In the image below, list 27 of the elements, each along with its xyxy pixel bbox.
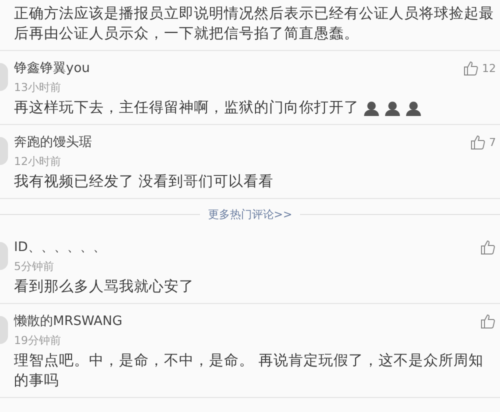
thumbs-up-icon (470, 134, 486, 150)
comment-text: 正确方法应该是播报员立即说明情况然后表示已经有公证人员将球捡起最后再由公证人员示众，一下就把信号掐了简直愚蠢。 (14, 4, 495, 44)
thumbs-up-icon (480, 313, 496, 329)
comment-text: 看到那么多人骂我就心安了 (14, 278, 194, 297)
timestamp: 13小时前 (14, 80, 62, 95)
thumbs-up-icon (480, 239, 496, 255)
like-button[interactable] (480, 313, 496, 329)
thumbs-up-icon (463, 60, 479, 76)
more-comments-link[interactable]: 更多热门评论>> (208, 207, 292, 222)
timestamp: 5分钟前 (14, 259, 55, 274)
avatar (0, 137, 8, 165)
person-icon (363, 100, 380, 116)
person-icon (384, 100, 401, 116)
person-icon (405, 100, 422, 116)
timestamp: 19分钟前 (14, 333, 62, 348)
avatar (0, 316, 8, 344)
username[interactable]: ID、、、、、、 (14, 238, 106, 256)
avatar (0, 63, 8, 91)
username[interactable]: 懒散的MRSWANG (14, 312, 122, 330)
like-button[interactable] (480, 239, 496, 255)
avatar (0, 242, 8, 270)
username[interactable]: 奔跑的馒头琚 (14, 133, 92, 151)
comment-text: 理智点吧。中，是命，不中，是命。 再说肯定玩假了，这不是众所周知的事吗 (14, 352, 485, 391)
comment-text: 我有视频已经发了 没看到哥们可以看看 (14, 173, 274, 192)
username[interactable]: 铮鑫铮翼you (14, 59, 90, 77)
timestamp: 12小时前 (14, 154, 62, 169)
comment-text: 再这样玩下去，主任得留神啊，监狱的门向你打开了 (14, 98, 359, 118)
